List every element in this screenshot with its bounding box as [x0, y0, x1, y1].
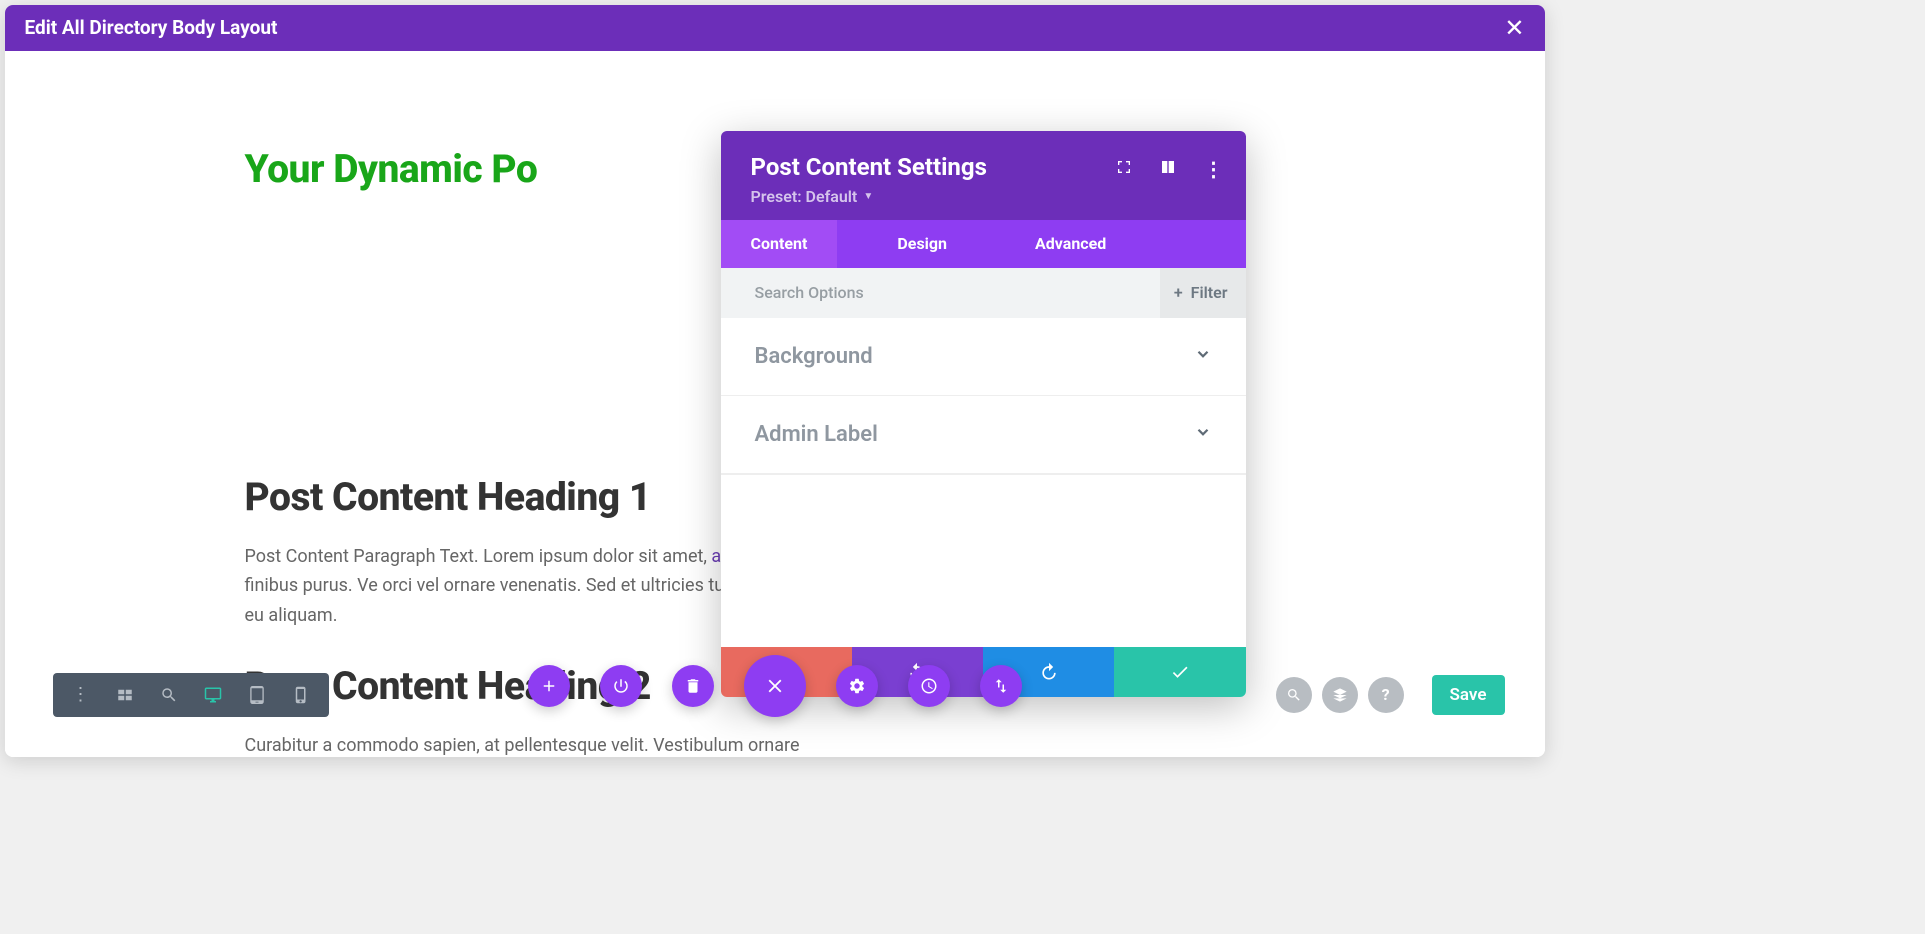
delete-button[interactable] — [672, 665, 714, 707]
paragraph-text-pre: Post Content Paragraph Text. Lorem ipsum… — [245, 546, 712, 567]
preset-dropdown[interactable]: Preset: Default ▼ — [751, 187, 874, 206]
filter-label: Filter — [1191, 283, 1228, 302]
add-button[interactable] — [528, 665, 570, 707]
panel-header: Post Content Settings Preset: Default ▼ … — [721, 131, 1246, 220]
bottom-right-actions: ? Save — [1276, 675, 1505, 715]
panel-body — [721, 475, 1246, 647]
desktop-view-icon[interactable] — [191, 673, 235, 717]
tab-advanced[interactable]: Advanced — [1005, 220, 1136, 268]
phone-view-icon[interactable] — [279, 673, 323, 717]
save-button[interactable]: Save — [1432, 675, 1505, 715]
more-icon[interactable]: ⋮ — [1204, 165, 1224, 173]
tab-content[interactable]: Content — [721, 220, 838, 268]
chevron-down-icon — [1194, 345, 1212, 367]
search-input[interactable]: Search Options — [755, 283, 1160, 302]
post-paragraph-2: Curabitur a commodo sapien, at pellentes… — [245, 731, 1075, 757]
search-row: Search Options + Filter — [721, 268, 1246, 318]
chevron-down-icon — [1194, 423, 1212, 445]
sort-button[interactable] — [980, 665, 1022, 707]
power-button[interactable] — [600, 665, 642, 707]
layers-icon[interactable] — [1322, 677, 1358, 713]
section-admin-label[interactable]: Admin Label — [721, 396, 1246, 474]
close-button[interactable] — [744, 655, 806, 717]
view-toolbar: ⋮ — [53, 673, 329, 717]
editor-canvas: Your Dynamic Po Post Content Heading 1 P… — [5, 51, 1545, 757]
wireframe-view-icon[interactable] — [103, 673, 147, 717]
page-title: Edit All Directory Body Layout — [25, 16, 278, 39]
section-label: Background — [755, 344, 873, 369]
filter-button[interactable]: + Filter — [1160, 268, 1246, 318]
caret-down-icon: ▼ — [863, 191, 873, 202]
top-bar: Edit All Directory Body Layout ✕ — [5, 5, 1545, 51]
history-button[interactable] — [908, 665, 950, 707]
zoom-icon[interactable] — [147, 673, 191, 717]
settings-button[interactable] — [836, 665, 878, 707]
action-fabs — [528, 655, 1022, 717]
close-icon[interactable]: ✕ — [1504, 14, 1524, 42]
section-background[interactable]: Background — [721, 318, 1246, 396]
settings-panel: Post Content Settings Preset: Default ▼ … — [721, 131, 1246, 697]
preset-label: Preset: Default — [751, 187, 858, 206]
expand-icon[interactable] — [1116, 159, 1132, 179]
tablet-view-icon[interactable] — [235, 673, 279, 717]
section-label: Admin Label — [755, 422, 878, 447]
search-icon[interactable] — [1276, 677, 1312, 713]
plus-icon: + — [1174, 283, 1183, 302]
panel-tabs: Content Design Advanced — [721, 220, 1246, 268]
more-icon[interactable]: ⋮ — [59, 673, 103, 717]
confirm-button[interactable] — [1114, 647, 1245, 697]
help-icon[interactable]: ? — [1368, 677, 1404, 713]
tab-design[interactable]: Design — [867, 220, 977, 268]
columns-icon[interactable] — [1160, 159, 1176, 179]
accordion: Background Admin Label — [721, 318, 1246, 475]
